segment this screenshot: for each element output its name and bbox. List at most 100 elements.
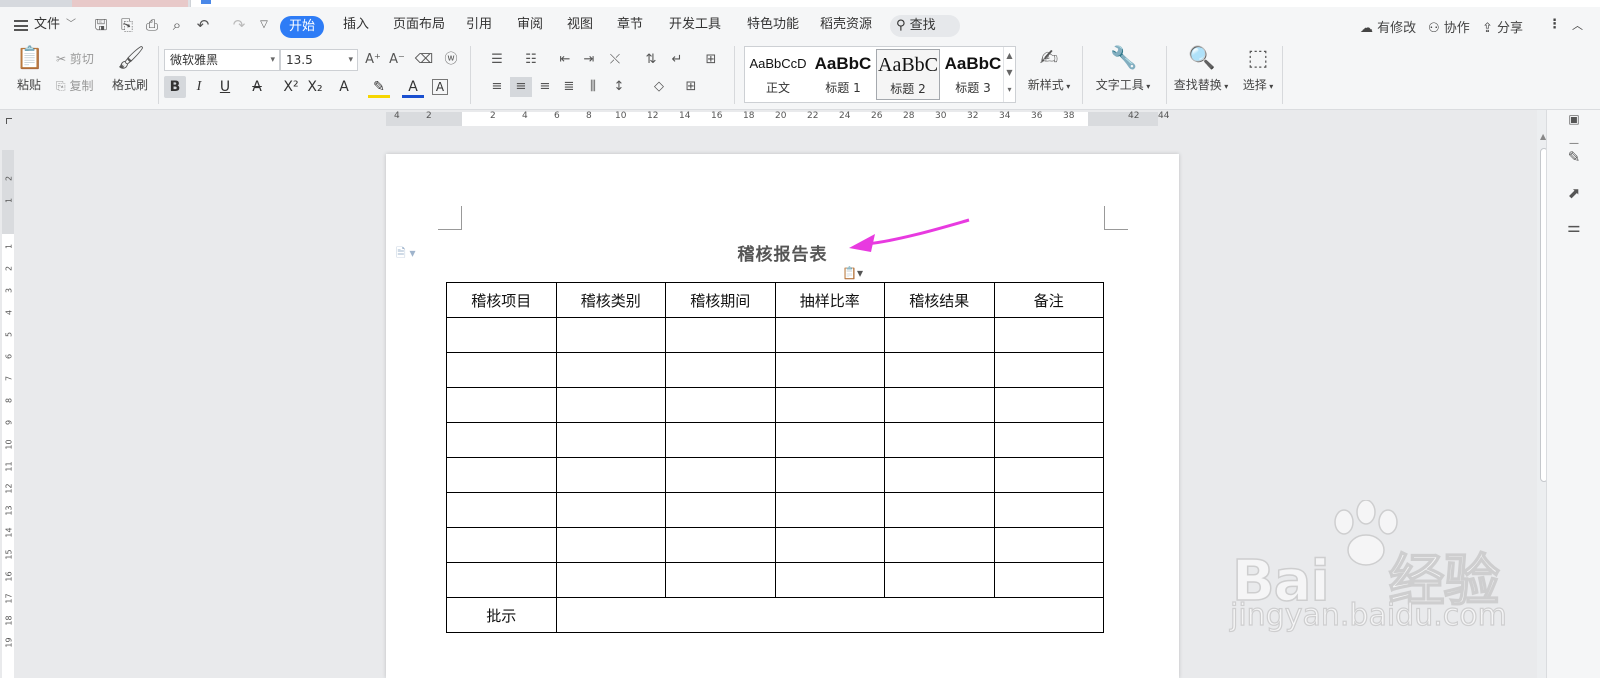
bullet-list-icon[interactable]: ☰ — [486, 50, 508, 70]
horizontal-ruler[interactable]: 4 2 2 4 6 8 10 12 14 16 18 20 22 24 26 2… — [0, 110, 1600, 128]
document-page[interactable]: 🗎 ▾ 稽核报告表 📋▾ 稽核项目 稽核类别 稽核期间 抽样比率 稽核结果 备注… — [386, 154, 1179, 678]
style-normal[interactable]: AaBbCcD 正文 — [746, 49, 810, 100]
borders-icon[interactable]: ⊞ — [680, 77, 702, 97]
shrink-font-icon[interactable]: A⁻ — [386, 50, 408, 70]
table-cell[interactable] — [665, 352, 776, 388]
font-size-select[interactable]: 13.5 ▾ — [280, 49, 358, 71]
line-spacing-icon[interactable]: ↕ — [608, 77, 630, 97]
tab-special-features[interactable]: 特色功能 — [747, 16, 799, 34]
table-merged-cell[interactable] — [555, 597, 1104, 633]
table-cell[interactable] — [884, 352, 995, 388]
distribute-icon[interactable]: ⫼ — [582, 77, 604, 97]
table-cell[interactable] — [884, 317, 995, 353]
table-cell[interactable] — [774, 317, 885, 353]
table-cell[interactable] — [665, 527, 776, 563]
sort-icon[interactable]: ⇅ — [640, 50, 662, 70]
table-cell[interactable] — [446, 352, 557, 388]
paste-button[interactable]: 📋 粘贴 — [12, 45, 46, 93]
tab-chapter[interactable]: 章节 — [617, 16, 643, 34]
underline-button[interactable]: U — [214, 76, 236, 98]
active-document-tab[interactable] — [190, 0, 1600, 7]
bold-button[interactable]: B — [164, 76, 186, 98]
select-pointer-icon[interactable]: ⬈ — [1564, 184, 1584, 204]
print-preview-icon[interactable]: ⌕ — [168, 16, 186, 34]
table-cell[interactable] — [884, 492, 995, 528]
table-cell[interactable] — [774, 457, 885, 493]
table-cell[interactable] — [774, 352, 885, 388]
table-header-cell[interactable]: 稽核项目 — [446, 282, 557, 318]
panel-toggle-icon[interactable]: ▣ — [1564, 112, 1584, 132]
table-header-cell[interactable]: 稽核结果 — [884, 282, 995, 318]
tab-references[interactable]: 引用 — [466, 16, 492, 34]
table-cell[interactable] — [884, 457, 995, 493]
shading-icon[interactable]: ◇ — [648, 77, 670, 97]
table-cell[interactable] — [774, 387, 885, 423]
tab-view[interactable]: 视图 — [567, 16, 593, 34]
redo-icon[interactable]: ↷ — [230, 16, 248, 34]
tab-page-layout[interactable]: 页面布局 — [393, 16, 445, 34]
chinese-layout-icon[interactable]: ⤬ — [604, 50, 626, 70]
table-cell[interactable] — [555, 422, 666, 458]
table-cell[interactable] — [993, 527, 1104, 563]
table-cell[interactable] — [446, 457, 557, 493]
table-cell[interactable] — [555, 352, 666, 388]
tab-home[interactable]: 开始 — [280, 16, 324, 38]
paste-options-icon[interactable]: 📋▾ — [842, 266, 863, 280]
tab-developer[interactable]: 开发工具 — [669, 16, 721, 34]
align-center-icon[interactable]: ≡ — [510, 77, 532, 97]
increase-indent-icon[interactable]: ⇥ — [578, 50, 600, 70]
superscript-button[interactable]: X² — [280, 76, 302, 98]
table-cell[interactable] — [993, 352, 1104, 388]
new-style-button[interactable]: ✍ 新样式 ▾ — [1026, 45, 1072, 93]
table-cell[interactable] — [993, 422, 1104, 458]
window-tab[interactable] — [72, 0, 188, 7]
table-cell[interactable] — [884, 422, 995, 458]
table-cell[interactable] — [774, 562, 885, 598]
align-left-icon[interactable]: ≡ — [486, 77, 508, 97]
table-header-cell[interactable]: 稽核期间 — [665, 282, 776, 318]
grow-font-icon[interactable]: A⁺ — [362, 50, 384, 70]
table-cell[interactable] — [993, 317, 1104, 353]
table-cell[interactable] — [884, 562, 995, 598]
collapse-ribbon-icon[interactable]: ︿ — [1572, 17, 1583, 33]
table-cell[interactable] — [993, 492, 1104, 528]
share-button[interactable]: ⇪ 分享 — [1482, 17, 1523, 36]
table-cell[interactable] — [446, 527, 557, 563]
collaborate-button[interactable]: ⚇ 协作 — [1428, 17, 1470, 36]
styles-scroll[interactable]: ▲ ▼ ▾ — [1003, 47, 1015, 102]
table-cell[interactable] — [555, 457, 666, 493]
table-cell[interactable] — [446, 387, 557, 423]
style-heading-2[interactable]: AaBbC 标题 2 — [876, 49, 940, 100]
font-color-icon[interactable]: A — [402, 76, 424, 98]
audit-report-table[interactable]: 稽核项目 稽核类别 稽核期间 抽样比率 稽核结果 备注 批示 — [446, 282, 1104, 633]
settings-sliders-icon[interactable]: ⚌ — [1564, 218, 1584, 238]
table-cell[interactable] — [665, 387, 776, 423]
tab-review[interactable]: 审阅 — [517, 16, 543, 34]
tab-insert[interactable]: 插入 — [343, 16, 369, 34]
table-cell[interactable] — [555, 387, 666, 423]
table-cell[interactable] — [446, 317, 557, 353]
table-header-cell[interactable]: 备注 — [993, 282, 1104, 318]
table-header-cell[interactable]: 稽核类别 — [555, 282, 666, 318]
save-as-icon[interactable]: ⎘ — [118, 16, 136, 34]
table-cell[interactable] — [555, 562, 666, 598]
vertical-ruler[interactable]: 2 1 1 2 3 4 5 6 7 8 9 10 11 12 13 14 15 … — [0, 128, 16, 678]
table-cell[interactable] — [446, 562, 557, 598]
table-footer-label[interactable]: 批示 — [446, 597, 557, 633]
decrease-indent-icon[interactable]: ⇤ — [554, 50, 576, 70]
text-effect-button[interactable]: A — [333, 76, 355, 98]
more-options-icon[interactable]: ⋮ — [1548, 17, 1561, 32]
table-cell[interactable] — [665, 562, 776, 598]
table-cell[interactable] — [446, 422, 557, 458]
table-cell[interactable] — [993, 562, 1104, 598]
text-tools-button[interactable]: 🔧 文字工具 ▾ — [1094, 45, 1152, 93]
find-replace-button[interactable]: 🔍 查找替换 ▾ — [1172, 45, 1230, 93]
copy-button[interactable]: ⎘ 复制 — [56, 77, 93, 94]
document-title[interactable]: 稽核报告表 — [386, 240, 1179, 265]
table-cell[interactable] — [774, 422, 885, 458]
window-tab[interactable] — [0, 0, 72, 7]
highlight-icon[interactable]: ✎ — [368, 76, 390, 98]
format-painter-button[interactable]: 🖌 格式刷 — [108, 45, 152, 93]
search-box[interactable]: ⚲ 查找 — [890, 15, 960, 37]
phonetic-guide-icon[interactable]: ⓦ — [440, 50, 462, 70]
